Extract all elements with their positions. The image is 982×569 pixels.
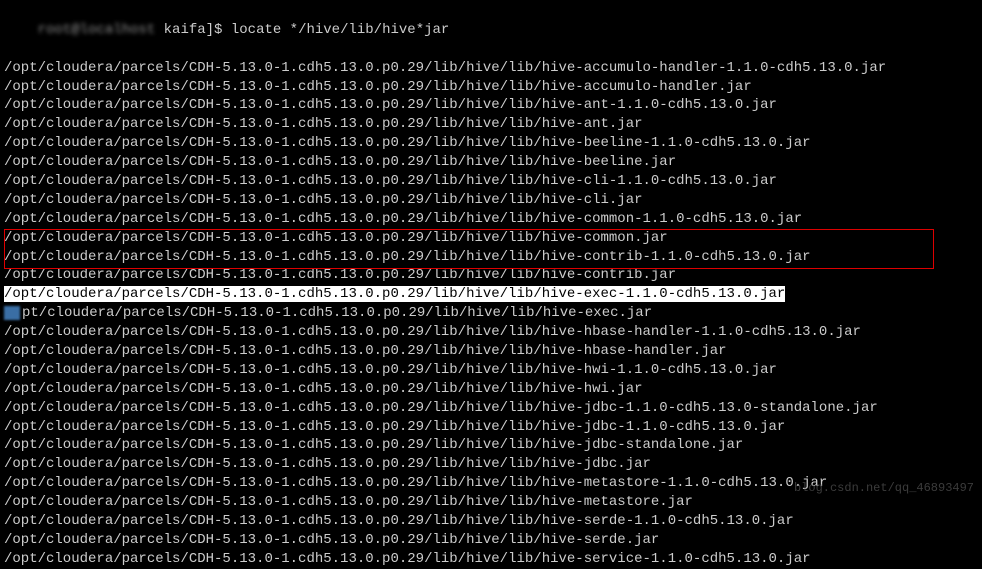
output-line: /opt/cloudera/parcels/CDH-5.13.0-1.cdh5.… <box>4 191 978 210</box>
output-line: /opt/cloudera/parcels/CDH-5.13.0-1.cdh5.… <box>4 115 978 134</box>
command-text: locate */hive/lib/hive*jar <box>231 22 449 38</box>
output-line: /opt/cloudera/parcels/CDH-5.13.0-1.cdh5.… <box>4 248 978 267</box>
prompt-line: root@localhost kaifa]$ locate */hive/lib… <box>4 2 978 59</box>
output-line: /opt/cloudera/parcels/CDH-5.13.0-1.cdh5.… <box>4 59 978 78</box>
output-line: /opt/cloudera/parcels/CDH-5.13.0-1.cdh5.… <box>4 531 978 550</box>
output-line: /opt/cloudera/parcels/CDH-5.13.0-1.cdh5.… <box>4 455 978 474</box>
output-line: /opt/cloudera/parcels/CDH-5.13.0-1.cdh5.… <box>4 134 978 153</box>
output-line: /opt/cloudera/parcels/CDH-5.13.0-1.cdh5.… <box>4 323 978 342</box>
output-line: /opt/cloudera/parcels/CDH-5.13.0-1.cdh5.… <box>4 399 978 418</box>
watermark-text: blog.csdn.net/qq_46893497 <box>794 480 974 496</box>
output-line: /opt/cloudera/parcels/CDH-5.13.0-1.cdh5.… <box>4 266 978 285</box>
output-line: /opt/cloudera/parcels/CDH-5.13.0-1.cdh5.… <box>4 96 978 115</box>
output-line: /opt/cloudera/parcels/CDH-5.13.0-1.cdh5.… <box>4 153 978 172</box>
prompt-tail: kaifa]$ <box>155 22 231 38</box>
output-line: /opt/cloudera/parcels/CDH-5.13.0-1.cdh5.… <box>4 172 978 191</box>
output-after-highlight: pt/cloudera/parcels/CDH-5.13.0-1.cdh5.13… <box>4 304 978 568</box>
user-host-blurred: root@localhost <box>38 21 156 40</box>
line-marker-icon <box>4 306 20 320</box>
output-line: pt/cloudera/parcels/CDH-5.13.0-1.cdh5.13… <box>4 304 978 323</box>
output-line: /opt/cloudera/parcels/CDH-5.13.0-1.cdh5.… <box>4 210 978 229</box>
output-line: /opt/cloudera/parcels/CDH-5.13.0-1.cdh5.… <box>4 418 978 437</box>
output-line: /opt/cloudera/parcels/CDH-5.13.0-1.cdh5.… <box>4 512 978 531</box>
output-line: /opt/cloudera/parcels/CDH-5.13.0-1.cdh5.… <box>4 229 978 248</box>
output-line: /opt/cloudera/parcels/CDH-5.13.0-1.cdh5.… <box>4 78 978 97</box>
output-line: /opt/cloudera/parcels/CDH-5.13.0-1.cdh5.… <box>4 361 978 380</box>
output-line: /opt/cloudera/parcels/CDH-5.13.0-1.cdh5.… <box>4 380 978 399</box>
output-line: /opt/cloudera/parcels/CDH-5.13.0-1.cdh5.… <box>4 436 978 455</box>
output-line: /opt/cloudera/parcels/CDH-5.13.0-1.cdh5.… <box>4 342 978 361</box>
output-before-highlight: /opt/cloudera/parcels/CDH-5.13.0-1.cdh5.… <box>4 59 978 286</box>
highlighted-line[interactable]: /opt/cloudera/parcels/CDH-5.13.0-1.cdh5.… <box>4 286 785 302</box>
output-line: /opt/cloudera/parcels/CDH-5.13.0-1.cdh5.… <box>4 550 978 569</box>
